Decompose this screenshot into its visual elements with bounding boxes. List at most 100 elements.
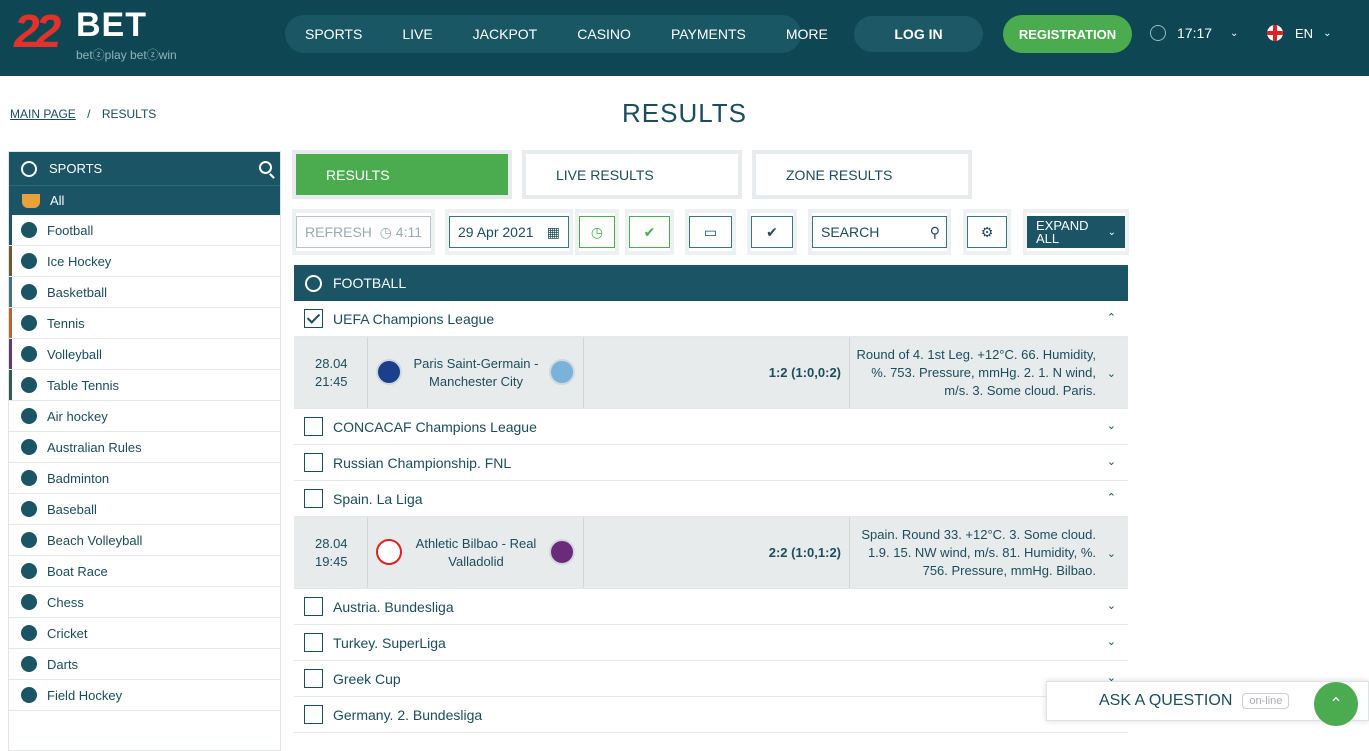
league-row[interactable]: Turkey. SuperLiga ⌄ [294,625,1128,661]
sidebar-item-badminton[interactable]: Badminton [9,463,280,494]
check-icon: ✔ [766,223,778,240]
chevron-down-icon[interactable]: ⌄ [1107,419,1116,432]
registration-button[interactable]: REGISTRATION [1003,15,1132,53]
section-title: FOOTBALL [333,275,407,291]
search-icon[interactable] [259,161,272,174]
sidebar-item-label: Baseball [47,501,97,517]
date-value: 29 Apr 2021 [458,224,534,240]
sidebar-item-label: Tennis [47,315,85,331]
nav-sports[interactable]: SPORTS [305,26,362,42]
league-checkbox[interactable] [304,417,323,436]
login-button[interactable]: LOG IN [854,16,983,52]
video-filter-button[interactable]: ▭ [685,209,736,255]
league-row[interactable]: Spain. La Liga ⌃ [294,481,1128,517]
league-name: Russian Championship. FNL [333,454,512,471]
time-selector[interactable]: 17:17 ⌄ [1150,25,1238,41]
sidebar-item-darts[interactable]: Darts [9,649,280,680]
monitor-icon: ▭ [703,223,718,240]
sidebar-item-field-hockey[interactable]: Field Hockey [9,680,280,711]
away-team-crest-icon [549,359,575,385]
chevron-up-icon[interactable]: ⌃ [1107,311,1116,324]
league-name: Spain. La Liga [333,490,423,507]
chevron-up-icon[interactable]: ⌃ [1107,491,1116,504]
sport-icon [21,656,37,672]
refresh-box[interactable]: REFRESH ◷ 4:11 [292,209,435,255]
sport-icon [21,532,37,548]
match-row[interactable]: 28.04 19:45 Athletic Bilbao - Real Vallado… [294,517,1128,589]
sidebar-item-cricket[interactable]: Cricket [9,618,280,649]
league-name: Greek Cup [333,670,401,687]
ask-question-widget[interactable]: ASK A QUESTION on-line ⌃ [1046,681,1369,726]
league-row[interactable]: CONCACAF Champions League ⌄ [294,409,1128,445]
chevron-down-icon[interactable]: ⌄ [1107,365,1116,383]
sport-icon [21,346,37,362]
nav-payments[interactable]: PAYMENTS [671,26,746,42]
sidebar-item-beach-volleyball[interactable]: Beach Volleyball [9,525,280,556]
match-row[interactable]: 28.04 21:45 Paris Saint-Germain - Manchest… [294,337,1128,409]
sidebar-item-tennis[interactable]: Tennis [9,308,280,339]
league-row[interactable]: Greek Cup ⌄ [294,661,1128,697]
search-input[interactable]: SEARCH [821,224,879,240]
chevron-down-icon[interactable]: ⌄ [1107,635,1116,648]
match-datetime: 28.04 19:45 [294,517,368,588]
chevron-up-icon[interactable]: ⌃ [1314,682,1358,726]
search-box[interactable]: SEARCH ⚲ [808,209,951,255]
tab-live-results[interactable]: LIVE RESULTS [522,150,742,199]
sidebar-item-table-tennis[interactable]: Table Tennis [9,370,280,401]
league-row[interactable]: Germany. 2. Bundesliga⌄ [294,697,1128,733]
sport-icon [21,315,37,331]
league-row[interactable]: UEFA Champions League ⌃ [294,301,1128,337]
sidebar-item-all[interactable]: All [9,185,280,215]
sidebar-item-boat-race[interactable]: Boat Race [9,556,280,587]
sidebar-item-baseball[interactable]: Baseball [9,494,280,525]
sidebar-item-australian-rules[interactable]: Australian Rules [9,432,280,463]
sidebar-item-chess[interactable]: Chess [9,587,280,618]
page-title: RESULTS [622,98,747,128]
match-score: 2:2 (1:0,1:2) [584,517,850,588]
section-header[interactable]: FOOTBALL [294,265,1128,301]
sport-icon [21,470,37,486]
league-checkbox[interactable] [304,633,323,652]
sidebar-item-ice-hockey[interactable]: Ice Hockey [9,246,280,277]
league-checkbox[interactable] [304,309,323,328]
sidebar-item-label: Volleyball [47,346,102,362]
sidebar-item-air-hockey[interactable]: Air hockey [9,401,280,432]
nav-jackpot[interactable]: JACKPOT [473,26,538,42]
time-filter-button[interactable]: ◷ [575,209,619,255]
league-checkbox[interactable] [304,597,323,616]
nav-casino[interactable]: CASINO [577,26,631,42]
tab-results[interactable]: RESULTS [292,150,512,199]
select-all-button[interactable]: ✔ [747,209,797,255]
nav-live[interactable]: LIVE [402,26,432,42]
ask-question-label: ASK A QUESTION [1099,692,1233,709]
sidebar-item-label: Badminton [47,470,110,486]
league-row[interactable]: Russian Championship. FNL ⌄ [294,445,1128,481]
nav-more[interactable]: MORE [786,26,828,42]
sidebar-item-basketball[interactable]: Basketball [9,277,280,308]
check-filter-button[interactable]: ✔ [625,209,674,255]
chevron-down-icon[interactable]: ⌄ [1107,545,1116,563]
sport-icon [21,563,37,579]
tab-zone-results[interactable]: ZONE RESULTS [752,150,972,199]
chevron-down-icon[interactable]: ⌄ [1107,599,1116,612]
league-checkbox[interactable] [304,489,323,508]
date-picker[interactable]: 29 Apr 2021 ▦ [445,209,573,255]
sport-icon [21,594,37,610]
flag-icon [1267,25,1283,41]
sport-color-bar [9,308,12,338]
league-checkbox[interactable] [304,453,323,472]
sidebar-item-football[interactable]: Football [9,215,280,246]
expand-all-button[interactable]: EXPAND ALL ⌄ [1023,209,1129,255]
league-row[interactable]: Austria. Bundesliga ⌄ [294,589,1128,625]
settings-button[interactable]: ⚙ [963,209,1011,255]
header: 22 BET betⓩplay betⓩwin SPORTS LIVE JACK… [0,0,1369,76]
sidebar-item-label: Field Hockey [47,687,123,703]
chevron-down-icon[interactable]: ⌄ [1107,455,1116,468]
league-checkbox[interactable] [304,705,323,724]
language-selector[interactable]: EN ⌄ [1267,25,1331,41]
league-checkbox[interactable] [304,669,323,688]
check-icon: ✔ [643,223,656,240]
sport-color-bar [9,215,12,245]
sidebar-item-volleyball[interactable]: Volleyball [9,339,280,370]
logo[interactable]: 22 BET betⓩplay betⓩwin [14,5,194,66]
